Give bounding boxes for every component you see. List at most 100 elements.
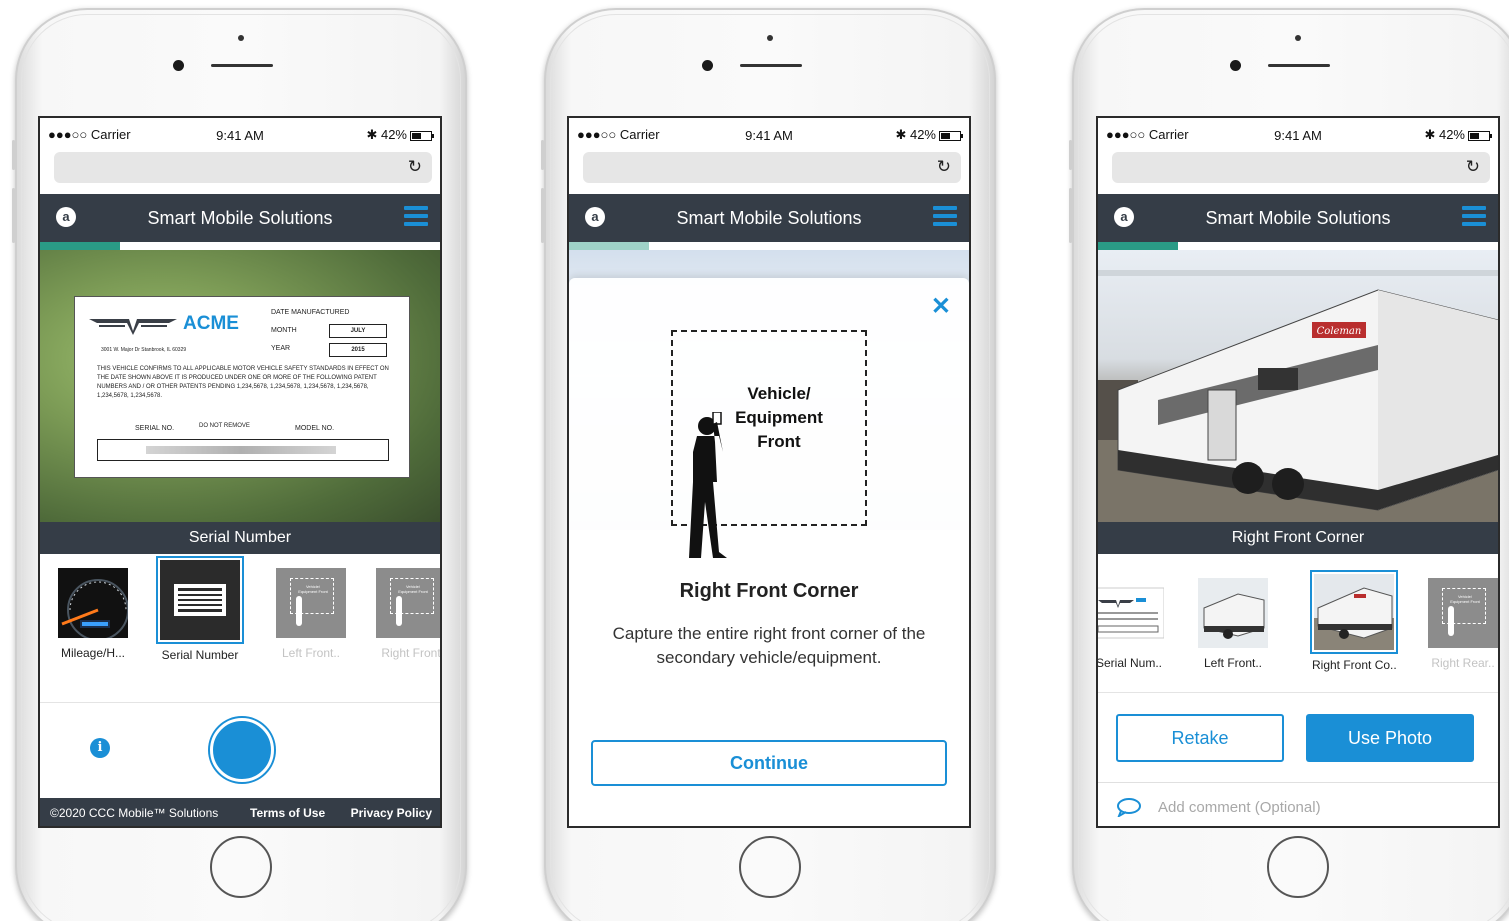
retake-button[interactable]: Retake (1116, 714, 1284, 762)
continue-button[interactable]: Continue (591, 740, 947, 786)
placeholder-text: Vehicle/ Equipment Front (1450, 594, 1480, 604)
battery-icon (410, 130, 434, 141)
screen-photo-review: ●●●○○ Carrier 9:41 AM ✱ 42% ↻ a Smart Mo… (1096, 116, 1500, 828)
placeholder-text: Vehicle/ Equipment Front (398, 584, 428, 594)
thumbnail-label: Serial Num.. (1096, 656, 1163, 670)
person-silhouette-icon (396, 596, 402, 626)
side-button (1069, 140, 1072, 170)
close-icon[interactable]: ✕ (931, 292, 951, 321)
thumbnail-label: Left Front.. (1203, 656, 1263, 670)
step-progress-bar (40, 242, 440, 250)
hamburger-menu-icon[interactable] (1462, 206, 1486, 228)
serial-number-redacted (146, 446, 336, 454)
thumbnail-right-front[interactable]: Vehicle/ Equipment Front Right Front (376, 568, 440, 660)
home-button[interactable] (739, 836, 801, 898)
app-header: a Smart Mobile Solutions (1098, 194, 1498, 242)
comment-field[interactable]: Add comment (Optional) (1098, 782, 1498, 826)
battery-status: ✱ 42% (895, 127, 963, 143)
bluetooth-icon: ✱ (895, 127, 907, 142)
label-body-text: THIS VEHICLE CONFIRMS TO ALL APPLICABLE … (97, 366, 389, 399)
home-button[interactable] (1267, 836, 1329, 898)
left-front-thumbnail (1198, 578, 1268, 648)
thumbnail-label: Right Rear.. (1431, 656, 1495, 670)
progress-fill (40, 242, 120, 250)
serial-number-box (97, 439, 389, 461)
thumbnail-label: Mileage/H... (60, 646, 126, 660)
month-label: MONTH (271, 327, 297, 334)
app-title: Smart Mobile Solutions (676, 208, 862, 228)
thumbnail-serial-number[interactable]: Serial Num.. (1096, 578, 1164, 670)
reload-icon[interactable]: ↻ (1466, 157, 1480, 177)
comment-bubble-icon (1117, 798, 1141, 817)
use-photo-button[interactable]: Use Photo (1306, 714, 1474, 762)
thumbnail-mileage[interactable]: Mileage/H... (58, 568, 128, 660)
month-value: JULY (329, 324, 387, 338)
front-sensor (1295, 35, 1301, 41)
thumbnail-left-front[interactable]: Left Front.. (1198, 578, 1268, 670)
side-button (12, 188, 15, 243)
photo-thumbnail-strip[interactable]: Serial Num.. Left Front.. Right Front Co… (1096, 570, 1498, 688)
frame-guide-text: Vehicle/ Equipment Front (735, 384, 823, 451)
model-no-label: MODEL NO. (295, 425, 335, 432)
screen-serial-number: ●●●○○ Carrier 9:41 AM ✱ 42% ↻ a Smart Mo… (38, 116, 442, 828)
address-bar[interactable]: ↻ (1112, 152, 1490, 183)
thumbnail-left-front[interactable]: Vehicle/ Equipment Front Left Front.. (276, 568, 346, 660)
do-not-remove-label: DO NOT REMOVE (199, 423, 250, 429)
placeholder-thumbnail: Vehicle/ Equipment Front (276, 568, 346, 638)
battery-percent: 42% (380, 127, 407, 142)
status-bar: ●●●○○ Carrier 9:41 AM ✱ 42% (40, 118, 440, 148)
odometer-image (58, 568, 128, 638)
placeholder-thumbnail: Vehicle/ Equipment Front (376, 568, 440, 638)
battery-percent: 42% (909, 127, 936, 142)
terms-of-use-link[interactable]: Terms of Use (250, 806, 325, 820)
photo-caption: Serial Number (40, 522, 440, 554)
front-sensor (238, 35, 244, 41)
divider (40, 702, 440, 703)
right-front-thumbnail (1310, 570, 1399, 654)
travel-trailer-image: Coleman (1098, 270, 1498, 522)
bluetooth-icon: ✱ (1424, 127, 1436, 142)
thumbnail-right-front-corner[interactable]: Right Front Co.. (1310, 570, 1399, 672)
acme-wings-logo (89, 319, 177, 335)
placeholder-thumbnail: Vehicle/ Equipment Front (1428, 578, 1498, 648)
serial-thumbnail (156, 556, 244, 644)
app-header: a Smart Mobile Solutions (569, 194, 969, 242)
modal-description: Capture the entire right front corner of… (612, 624, 926, 667)
privacy-policy-link[interactable]: Privacy Policy (351, 806, 432, 820)
phone-frame-3: ●●●○○ Carrier 9:41 AM ✱ 42% ↻ a Smart Mo… (1069, 8, 1509, 921)
captured-photo: Coleman (1098, 250, 1498, 522)
thumbnail-serial-number[interactable]: Serial Number (156, 556, 244, 662)
front-sensor (767, 35, 773, 41)
year-value: 2015 (329, 343, 387, 357)
photographer-silhouette-icon (689, 412, 727, 558)
odometer-thumbnail (58, 568, 128, 638)
photo-thumbnail-strip[interactable]: Mileage/H... Serial Number Vehicle/ Equi… (40, 556, 440, 698)
year-label: YEAR (271, 345, 291, 352)
phone-frame-2: ●●●○○ Carrier 9:41 AM ✱ 42% ↻ a Smart Mo… (541, 8, 996, 921)
hamburger-menu-icon[interactable] (933, 206, 957, 228)
person-silhouette-icon (296, 596, 302, 626)
address-bar[interactable]: ↻ (54, 152, 432, 183)
reload-icon[interactable]: ↻ (937, 157, 951, 177)
trailer-thumbnail-image (1314, 587, 1395, 650)
address-bar[interactable]: ↻ (583, 152, 961, 183)
thumbnail-right-rear[interactable]: Vehicle/ Equipment Front Right Rear.. (1428, 578, 1498, 670)
earpiece-speaker (740, 64, 802, 67)
reload-icon[interactable]: ↻ (408, 157, 422, 177)
capture-shutter-button[interactable] (210, 718, 274, 782)
photo-caption: Right Front Corner (1098, 522, 1498, 554)
hamburger-menu-icon[interactable] (404, 206, 428, 228)
serial-no-label: SERIAL NO. (135, 425, 175, 432)
info-icon[interactable]: i (90, 738, 110, 758)
progress-fill (1098, 242, 1178, 250)
footer: ©2020 CCC Mobile™ Solutions Terms of Use… (40, 798, 440, 826)
battery-status: ✱ 42% (366, 127, 434, 143)
thumbnail-label: Right Front Co.. (1312, 658, 1397, 672)
trailer-thumbnail-image (1203, 593, 1265, 639)
label-address: 3001 W. Major Dr Stanbrook, IL 60329 (101, 347, 187, 353)
app-title: Smart Mobile Solutions (147, 208, 333, 228)
home-button[interactable] (210, 836, 272, 898)
date-manufactured-label: DATE MANUFACTURED (271, 309, 350, 316)
modal-heading: Right Front Corner (679, 580, 859, 602)
bluetooth-icon: ✱ (366, 127, 378, 142)
